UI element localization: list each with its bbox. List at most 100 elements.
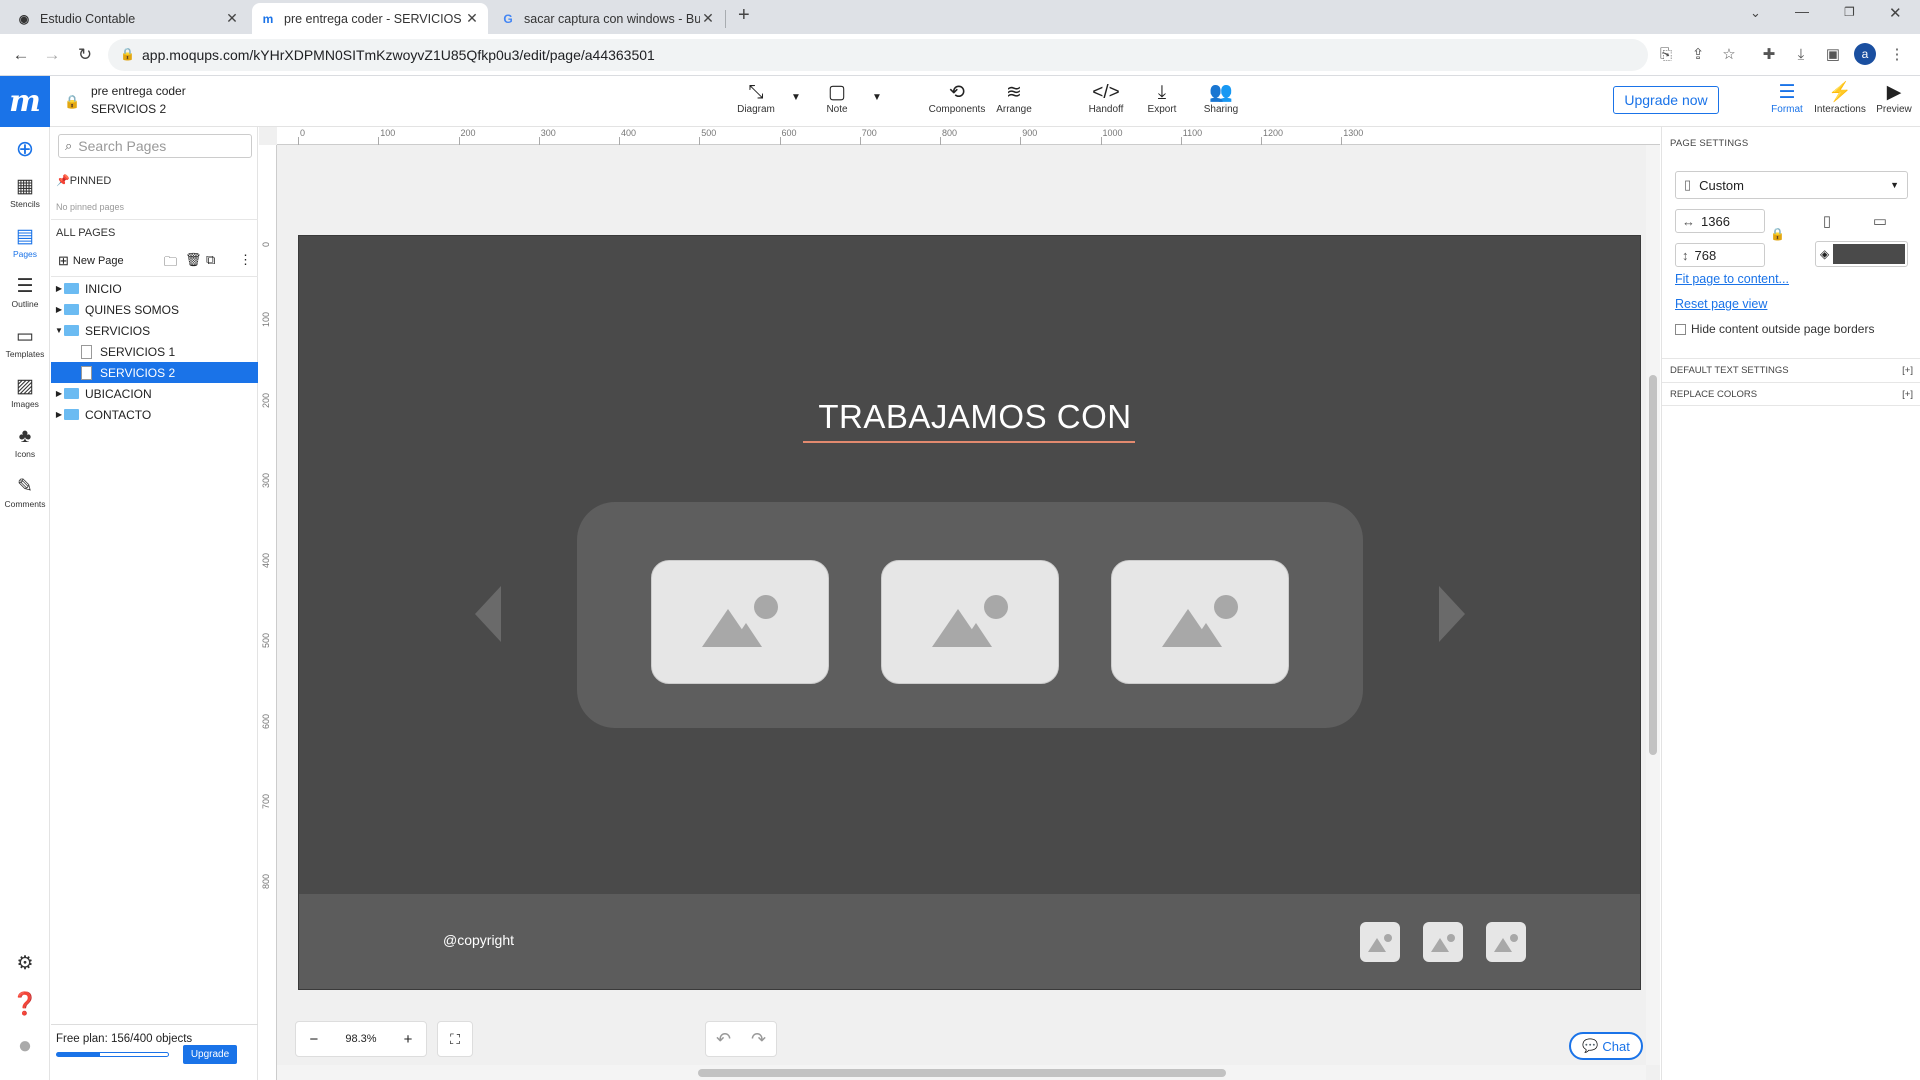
portrait-icon[interactable]: ▯ xyxy=(1809,209,1845,233)
horizontal-scrollbar[interactable] xyxy=(277,1065,1646,1080)
side-panel-icon[interactable]: ▣ xyxy=(1822,43,1844,65)
zoom-level[interactable]: 98.3% xyxy=(345,1033,376,1045)
bookmark-star-icon[interactable]: ☆ xyxy=(1718,43,1740,65)
project-name[interactable]: pre entrega coder xyxy=(91,84,186,98)
undo-icon[interactable]: ↶ xyxy=(716,1029,731,1050)
back-icon[interactable]: ← xyxy=(9,43,33,67)
tree-item-servicios[interactable]: ▼ SERVICIOS xyxy=(51,320,258,341)
trash-icon[interactable]: 🗑 xyxy=(185,252,202,268)
image-placeholder-2[interactable] xyxy=(881,560,1059,684)
landscape-icon[interactable]: ▭ xyxy=(1852,209,1908,233)
tree-item-contacto[interactable]: ▶ CONTACTO xyxy=(51,404,258,425)
more-icon[interactable]: ⋮ xyxy=(239,252,252,268)
image-placeholder-3[interactable] xyxy=(1111,560,1289,684)
format-tab[interactable]: ☰ Format xyxy=(1759,82,1815,115)
zoom-out-button[interactable]: − xyxy=(310,1031,319,1048)
social-image-placeholder[interactable] xyxy=(1486,922,1526,962)
translate-icon[interactable]: ⎘ xyxy=(1655,43,1677,65)
zoom-in-button[interactable]: + xyxy=(404,1031,413,1048)
fit-page-link[interactable]: Fit page to content... xyxy=(1675,272,1789,286)
upgrade-now-button[interactable]: Upgrade now xyxy=(1613,86,1719,114)
sharing-tool[interactable]: 👥 Sharing xyxy=(1193,82,1249,115)
rail-templates[interactable]: ▭ Templates xyxy=(0,325,50,359)
search-pages-input[interactable]: ⌕ Search Pages xyxy=(58,134,252,158)
heading-underline[interactable] xyxy=(803,441,1135,443)
horizontal-scroll-thumb[interactable] xyxy=(698,1069,1226,1077)
tree-item-quines-somos[interactable]: ▶ QUINES SOMOS xyxy=(51,299,258,320)
expand-arrow-icon[interactable]: ▶ xyxy=(54,389,64,398)
close-tab-icon[interactable]: ✕ xyxy=(464,10,480,27)
page-width-input[interactable]: ↔ 1366 xyxy=(1675,209,1765,233)
duplicate-icon[interactable]: ⧉ xyxy=(206,252,215,268)
lock-icon[interactable]: 🔒 xyxy=(120,47,135,61)
page-footer[interactable]: @copyright xyxy=(299,894,1640,989)
image-placeholder-1[interactable] xyxy=(651,560,829,684)
tree-item-inicio[interactable]: ▶ INICIO xyxy=(51,278,258,299)
note-dropdown-icon[interactable]: ▼ xyxy=(872,92,882,103)
carousel-prev-arrow[interactable] xyxy=(475,586,501,642)
default-text-settings-section[interactable]: DEFAULT TEXT SETTINGS [+] xyxy=(1662,358,1920,382)
page-height-input[interactable]: ↕ 768 xyxy=(1675,243,1765,267)
reload-icon[interactable]: ↻ xyxy=(73,43,97,67)
add-button[interactable]: ⊕ xyxy=(0,137,50,161)
browser-menu-icon[interactable]: ⋮ xyxy=(1886,43,1908,65)
address-bar[interactable]: 🔒 app.moqups.com/kYHrXDPMN0SITmKzwoyvZ1U… xyxy=(108,39,1648,71)
collapse-arrow-icon[interactable]: ▼ xyxy=(54,326,64,335)
reset-view-link[interactable]: Reset page view xyxy=(1675,297,1767,311)
expand-icon[interactable]: [+] xyxy=(1902,389,1913,400)
expand-arrow-icon[interactable]: ▶ xyxy=(54,410,64,419)
rail-outline[interactable]: ☰ Outline xyxy=(0,275,50,309)
close-window-icon[interactable]: ✕ xyxy=(1889,4,1902,22)
preview-tab[interactable]: ▶ Preview xyxy=(1866,82,1920,115)
interactions-tab[interactable]: ⚡ Interactions xyxy=(1812,82,1868,115)
checkbox[interactable] xyxy=(1675,323,1686,335)
close-tab-icon[interactable]: ✕ xyxy=(224,10,240,27)
rail-comments[interactable]: ✎ Comments xyxy=(0,475,50,509)
copyright-text[interactable]: @copyright xyxy=(443,932,514,948)
page-color-picker[interactable]: ◈ xyxy=(1815,241,1908,267)
design-page[interactable]: TRABAJAMOS CON @copyright xyxy=(298,235,1641,990)
page-size-select[interactable]: ▯ Custom ▼ xyxy=(1675,171,1908,199)
diagram-tool[interactable]: ⤡ Diagram xyxy=(728,82,784,115)
new-tab-icon[interactable]: + xyxy=(738,4,750,27)
tree-item-servicios-2[interactable]: SERVICIOS 2 xyxy=(51,362,258,383)
forward-icon[interactable]: → xyxy=(40,43,64,67)
export-tool[interactable]: ⤓ Export xyxy=(1134,82,1190,115)
minimize-icon[interactable]: — xyxy=(1795,3,1809,19)
downloads-icon[interactable]: ⤓ xyxy=(1790,43,1812,65)
profile-avatar[interactable]: a xyxy=(1854,43,1876,65)
lock-ratio-icon[interactable]: 🔒 xyxy=(1770,227,1785,241)
note-tool[interactable]: ▢ Note xyxy=(809,82,865,115)
handoff-tool[interactable]: </> Handoff xyxy=(1078,82,1134,115)
share-icon[interactable]: ⇪ xyxy=(1687,43,1709,65)
fit-to-screen-icon[interactable]: ⛶ xyxy=(437,1021,473,1057)
redo-icon[interactable]: ↷ xyxy=(751,1029,766,1050)
expand-icon[interactable]: [+] xyxy=(1902,365,1913,376)
arrange-tool[interactable]: ≋ Arrange xyxy=(986,82,1042,115)
components-tool[interactable]: ⟲ Components xyxy=(927,82,987,115)
restore-icon[interactable]: ❐ xyxy=(1844,5,1855,19)
tab-google-search[interactable]: G sacar captura con windows - Bus ✕ xyxy=(492,3,724,34)
tree-item-servicios-1[interactable]: SERVICIOS 1 xyxy=(51,341,258,362)
user-avatar[interactable]: ● xyxy=(0,1034,50,1058)
new-page-button[interactable]: ⊞ New Page xyxy=(58,253,124,269)
rail-images[interactable]: ▨ Images xyxy=(0,375,50,409)
settings-button[interactable]: ⚙ xyxy=(0,952,50,976)
lock-icon[interactable]: 🔒 xyxy=(64,94,80,110)
rail-stencils[interactable]: ▦ Stencils xyxy=(0,175,50,209)
canvas-area[interactable]: 0 100 200 300 400 500 600 700 800 900 1000 1100 1200… xyxy=(259,127,1660,1080)
expand-arrow-icon[interactable]: ▶ xyxy=(54,284,64,293)
moqups-logo[interactable]: m xyxy=(0,76,50,127)
rail-pages[interactable]: ▤ Pages xyxy=(0,225,50,259)
tab-estudio-contable[interactable]: ◉ Estudio Contable ✕ xyxy=(8,3,248,34)
vertical-scrollbar[interactable] xyxy=(1646,145,1660,1065)
chat-button[interactable]: 💬 Chat xyxy=(1569,1032,1643,1060)
social-image-placeholder[interactable] xyxy=(1423,922,1463,962)
upgrade-button[interactable]: Upgrade xyxy=(183,1045,237,1064)
replace-colors-section[interactable]: REPLACE COLORS [+] xyxy=(1662,382,1920,406)
carousel-next-arrow[interactable] xyxy=(1439,586,1465,642)
new-folder-icon[interactable]: 🗀 xyxy=(164,253,177,275)
diagram-dropdown-icon[interactable]: ▼ xyxy=(791,92,801,103)
help-button[interactable]: ❓ xyxy=(0,992,50,1016)
social-image-placeholder[interactable] xyxy=(1360,922,1400,962)
